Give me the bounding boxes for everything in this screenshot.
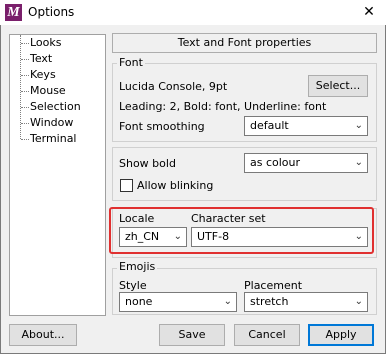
show-bold-label: Show bold (119, 157, 176, 170)
emoji-style-value: none (125, 295, 153, 308)
tree-item-selection[interactable]: Selection (30, 99, 81, 115)
font-smoothing-label: Font smoothing (119, 120, 205, 133)
tree-item-looks[interactable]: Looks (30, 35, 62, 51)
allow-blinking-label[interactable]: Allow blinking (137, 179, 213, 193)
chevron-down-icon: ⌄ (354, 296, 363, 307)
tree-item-window[interactable]: Window (30, 115, 73, 131)
charset-value: UTF-8 (197, 230, 230, 243)
tree-connector (21, 107, 29, 108)
locale-value: zh_CN (125, 230, 160, 243)
about-button[interactable]: About... (9, 324, 77, 346)
tree-item-mouse[interactable]: Mouse (30, 83, 66, 99)
chevron-down-icon: ⌄ (223, 296, 232, 307)
font-details: Leading: 2, Bold: font, Underline: font (119, 100, 327, 113)
allow-blinking-checkbox[interactable] (120, 179, 133, 192)
tree-connector (21, 59, 29, 60)
tree-connector (21, 75, 29, 76)
app-icon[interactable]: M (5, 4, 22, 21)
locale-label: Locale (119, 212, 155, 225)
tree-connector (21, 139, 29, 140)
chevron-down-icon: ⌄ (173, 231, 182, 242)
section-header: Text and Font properties (112, 33, 377, 53)
select-font-button[interactable]: Select... (308, 75, 368, 97)
tree-connector (21, 91, 29, 92)
show-bold-value: as colour (250, 156, 301, 169)
emojis-group-legend: Emojis (117, 260, 158, 273)
tree-item-terminal[interactable]: Terminal (30, 131, 77, 147)
tree-connector (21, 123, 29, 124)
cancel-button[interactable]: Cancel (234, 324, 300, 346)
tree-connector (21, 43, 29, 44)
emoji-placement-value: stretch (250, 295, 289, 308)
font-smoothing-value: default (250, 119, 289, 132)
chevron-down-icon: ⌄ (354, 231, 363, 242)
chevron-down-icon: ⌄ (354, 120, 363, 131)
chevron-down-icon: ⌄ (354, 157, 363, 168)
apply-button[interactable]: Apply (308, 324, 374, 346)
show-bold-select[interactable]: as colour ⌄ (244, 153, 368, 173)
font-smoothing-select[interactable]: default ⌄ (244, 116, 368, 136)
window-title: Options (28, 5, 75, 19)
emoji-placement-select[interactable]: stretch ⌄ (244, 292, 368, 312)
tree-item-keys[interactable]: Keys (30, 67, 56, 83)
font-name: Lucida Console, 9pt (119, 80, 228, 93)
category-tree: Looks Text Keys Mouse Selection Window T… (9, 34, 106, 316)
emoji-style-select[interactable]: none ⌄ (119, 292, 237, 312)
style-label: Style (119, 279, 147, 292)
locale-select[interactable]: zh_CN ⌄ (119, 227, 187, 247)
save-button[interactable]: Save (159, 324, 225, 346)
font-group-legend: Font (117, 56, 145, 69)
charset-label: Character set (191, 212, 266, 225)
tree-item-text[interactable]: Text (30, 51, 52, 67)
placement-label: Placement (244, 279, 303, 292)
charset-select[interactable]: UTF-8 ⌄ (191, 227, 368, 247)
close-icon[interactable]: ✕ (352, 0, 386, 25)
